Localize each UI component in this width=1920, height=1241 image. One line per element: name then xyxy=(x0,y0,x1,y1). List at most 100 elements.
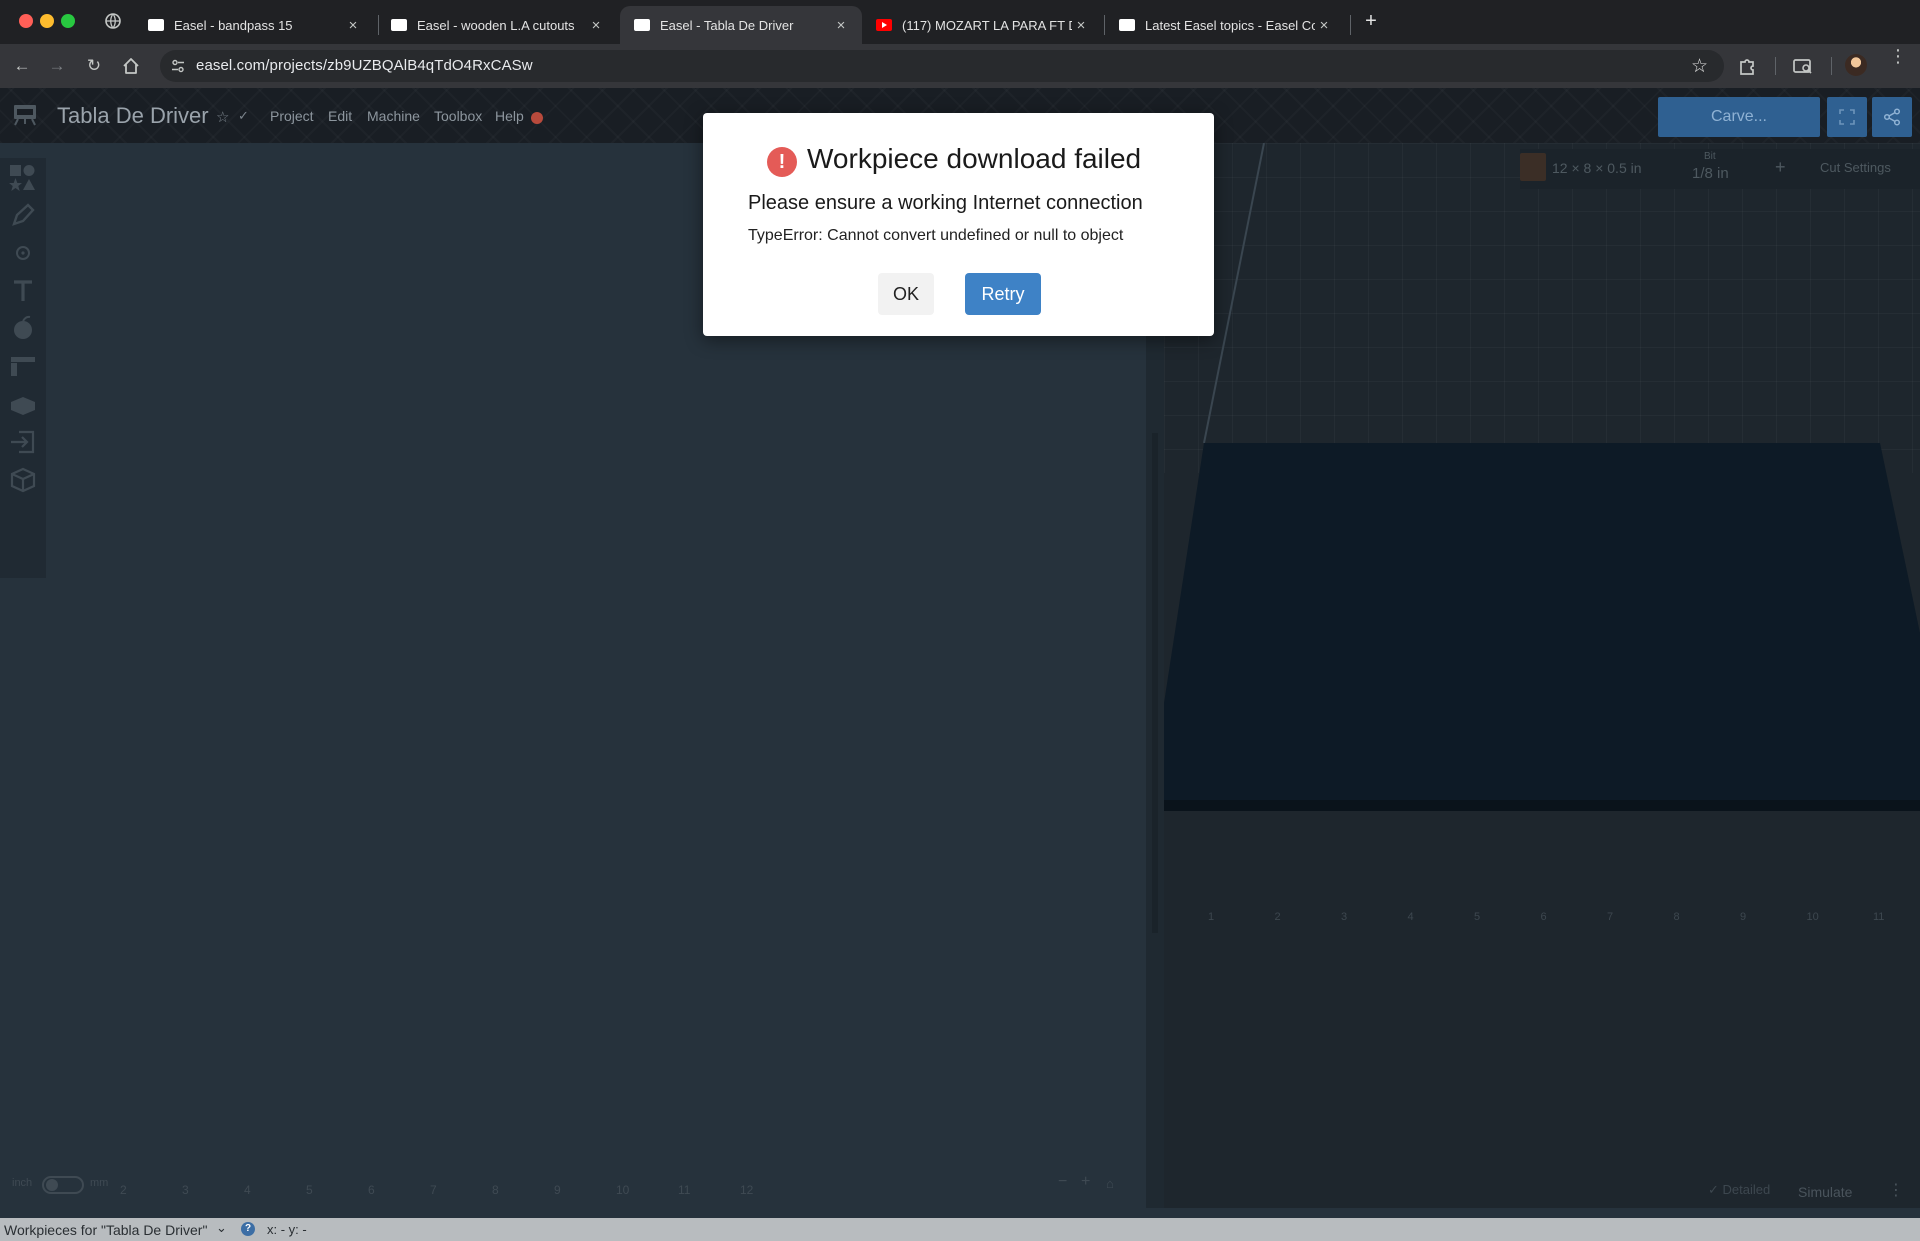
preview-tick-label: 4 xyxy=(1407,911,1414,923)
material-swatch[interactable] xyxy=(1520,153,1546,181)
new-tab-button[interactable]: + xyxy=(1358,8,1384,34)
dialog-message: Please ensure a working Internet connect… xyxy=(748,192,1143,214)
tab-easel-topics[interactable]: Latest Easel topics - Easel Co × xyxy=(1105,6,1345,44)
address-bar[interactable]: easel.com/projects/zb9UZBQAlB4qTdO4RxCAS… xyxy=(160,50,1724,82)
site-settings-icon[interactable] xyxy=(170,58,186,74)
tab-easel-tabla-de-driver[interactable]: Easel - Tabla De Driver × xyxy=(620,6,862,44)
window-zoom-button[interactable] xyxy=(61,14,75,28)
shapes-icon[interactable] xyxy=(8,162,38,192)
apps-icon[interactable] xyxy=(8,351,38,381)
reload-icon[interactable]: ↻ xyxy=(82,54,106,78)
tab-title: Easel - wooden L.A cutouts xyxy=(417,17,575,33)
youtube-icon xyxy=(876,19,892,31)
preview-tick-label: 9 xyxy=(1740,911,1747,923)
close-icon[interactable]: × xyxy=(587,17,605,34)
material-dimensions[interactable]: 12 × 8 × 0.5 in xyxy=(1552,160,1642,176)
home-icon[interactable] xyxy=(120,55,142,77)
canvas-tick-label: 3 xyxy=(182,1183,189,1197)
menu-project[interactable]: Project xyxy=(270,108,314,124)
bit-label: Bit xyxy=(1704,151,1716,162)
forward-arrow-icon[interactable]: → xyxy=(45,54,69,78)
more-options-icon[interactable]: ⋮ xyxy=(1888,1180,1904,1200)
back-arrow-icon[interactable]: ← xyxy=(10,54,34,78)
close-icon[interactable]: × xyxy=(344,17,362,34)
target-icon[interactable] xyxy=(8,238,38,268)
browser-tab-bar: Easel - bandpass 15 × Easel - wooden L.A… xyxy=(0,0,1920,44)
easel-pro-logo-icon[interactable] xyxy=(12,102,38,126)
toolbar-separator xyxy=(1831,57,1832,75)
text-icon[interactable] xyxy=(8,276,38,306)
preview-tick-label: 2 xyxy=(1274,911,1281,923)
units-toggle[interactable] xyxy=(42,1176,84,1194)
carve-button[interactable]: Carve... xyxy=(1658,97,1820,137)
preview-tick-label: 3 xyxy=(1341,911,1348,923)
toolbar-separator xyxy=(1775,57,1776,75)
tab-youtube-mozart[interactable]: (117) MOZART LA PARA FT D × xyxy=(862,6,1102,44)
preview-tick-label: 5 xyxy=(1474,911,1481,923)
retry-button[interactable]: Retry xyxy=(965,273,1041,315)
browser-menu-icon[interactable]: ⋮ xyxy=(1889,47,1907,65)
alert-icon: ! xyxy=(767,147,797,177)
detailed-label: Detailed xyxy=(1722,1182,1771,1197)
menu-toolbox[interactable]: Toolbox xyxy=(434,108,482,124)
workpieces-label[interactable]: Workpieces for "Tabla De Driver" xyxy=(4,1222,207,1238)
tab-easel-bandpass[interactable]: Easel - bandpass 15 × xyxy=(134,6,374,44)
close-icon[interactable]: × xyxy=(1072,17,1090,34)
canvas-tick-label: 10 xyxy=(616,1183,630,1197)
help-notification-dot xyxy=(531,112,543,124)
zoom-in-button[interactable]: + xyxy=(1081,1173,1090,1191)
fullscreen-icon xyxy=(1839,109,1855,125)
close-icon[interactable]: × xyxy=(832,17,850,34)
tab-title: (117) MOZART LA PARA FT D xyxy=(902,17,1072,33)
preview-tick-label: 7 xyxy=(1607,911,1614,923)
preview-tick-label: 11 xyxy=(1873,911,1885,923)
profile-avatar[interactable] xyxy=(1845,54,1867,76)
tab-title: Latest Easel topics - Easel Co xyxy=(1145,17,1315,33)
project-title[interactable]: Tabla De Driver xyxy=(57,103,209,129)
cast-search-icon[interactable] xyxy=(1792,55,1814,77)
preview-tick-label: 6 xyxy=(1540,911,1547,923)
menu-machine[interactable]: Machine xyxy=(367,108,420,124)
tab-search-icon[interactable] xyxy=(104,12,122,30)
canvas-tick-label: 6 xyxy=(368,1183,375,1197)
units-mm-label: mm xyxy=(90,1177,109,1189)
3d-blocks-icon[interactable] xyxy=(8,389,38,419)
bookmark-star-icon[interactable]: ☆ xyxy=(1691,55,1708,78)
help-icon[interactable]: ? xyxy=(241,1222,255,1236)
canvas-tick-label: 5 xyxy=(306,1183,313,1197)
share-button[interactable] xyxy=(1872,97,1912,137)
url-text[interactable]: easel.com/projects/zb9UZBQAlB4qTdO4RxCAS… xyxy=(196,57,533,74)
canvas-tick-label: 11 xyxy=(678,1183,691,1197)
favorite-star-icon[interactable]: ☆ xyxy=(216,108,229,126)
preview-tick-label: 8 xyxy=(1673,911,1680,923)
cut-settings-button[interactable]: Cut Settings xyxy=(1820,160,1891,175)
simulate-button[interactable]: Simulate xyxy=(1798,1184,1852,1200)
cube-icon[interactable] xyxy=(8,465,38,495)
canvas-tick-label: 8 xyxy=(492,1183,499,1197)
add-bit-button[interactable]: + xyxy=(1775,157,1786,178)
3d-preview-panel[interactable]: 12 × 8 × 0.5 in Bit 1/8 in + Cut Setting… xyxy=(1164,143,1920,1208)
bit-size[interactable]: 1/8 in xyxy=(1692,165,1729,182)
error-dialog: ! Workpiece download failed Please ensur… xyxy=(703,113,1214,336)
menu-help[interactable]: Help xyxy=(495,108,524,124)
fullscreen-button[interactable] xyxy=(1827,97,1867,137)
zoom-out-button[interactable]: − xyxy=(1058,1173,1067,1191)
detailed-toggle[interactable]: ✓ Detailed xyxy=(1708,1182,1770,1198)
browser-toolbar: ← → ↻ easel.com/projects/zb9UZBQAlB4qTdO… xyxy=(0,44,1920,88)
icons-library-icon[interactable] xyxy=(8,313,38,343)
ok-button[interactable]: OK xyxy=(878,273,934,315)
canvas-tick-label: 7 xyxy=(430,1183,437,1197)
window-close-button[interactable] xyxy=(19,14,33,28)
window-minimize-button[interactable] xyxy=(40,14,54,28)
pen-icon[interactable] xyxy=(8,200,38,230)
import-icon[interactable] xyxy=(8,427,38,457)
extensions-icon[interactable] xyxy=(1737,55,1759,77)
menu-edit[interactable]: Edit xyxy=(328,108,352,124)
chevron-down-icon[interactable]: ⌄ xyxy=(216,1220,227,1236)
close-icon[interactable]: × xyxy=(1315,17,1333,34)
tab-easel-wooden-cutouts[interactable]: Easel - wooden L.A cutouts × xyxy=(377,6,617,44)
resize-grip[interactable] xyxy=(1152,433,1158,933)
cursor-coordinates: x: - y: - xyxy=(267,1222,307,1237)
home-view-icon[interactable]: ⌂ xyxy=(1106,1176,1114,1191)
workpiece-preview xyxy=(1164,143,1920,811)
